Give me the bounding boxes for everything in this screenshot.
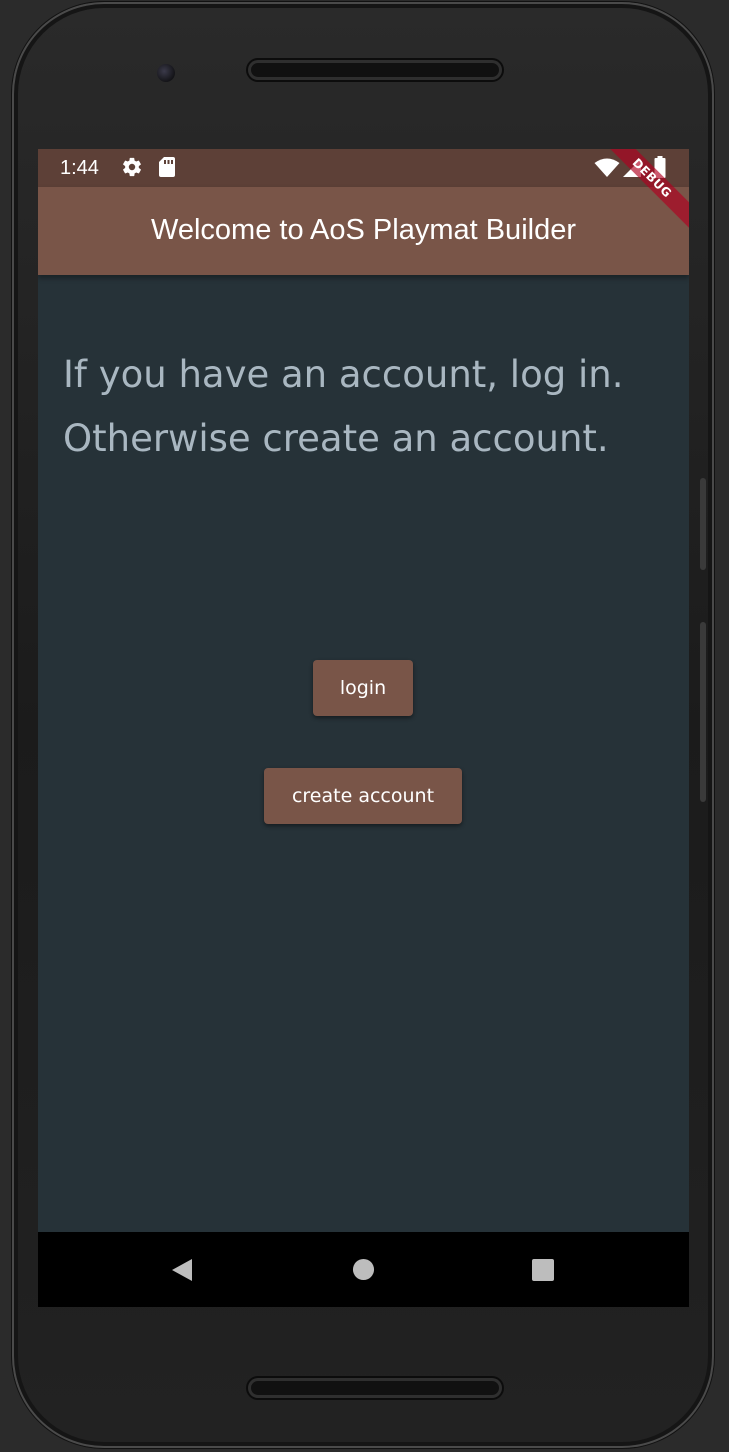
- account-prompt-text: If you have an account, log in. Otherwis…: [63, 353, 624, 460]
- page-title: Welcome to AoS Playmat Builder: [151, 214, 576, 246]
- top-speaker: [248, 60, 502, 80]
- bottom-speaker: [248, 1378, 502, 1398]
- back-triangle-icon[interactable]: [170, 1258, 194, 1286]
- android-nav-bar: [38, 1232, 689, 1307]
- app-bar: Welcome to AoS Playmat Builder: [38, 187, 689, 275]
- device-screen: 1:44 Welcome to AoS Playmat Builder DEBU…: [38, 149, 689, 1307]
- sd-card-icon: [158, 156, 176, 182]
- recents-square-icon[interactable]: [531, 1258, 555, 1286]
- create-account-button[interactable]: create account: [264, 768, 462, 824]
- power-button: [700, 622, 706, 802]
- status-bar: 1:44: [38, 149, 689, 187]
- main-content: If you have an account, log in. Otherwis…: [38, 275, 689, 1232]
- gear-icon: [121, 156, 143, 182]
- volume-button: [700, 478, 706, 570]
- wifi-icon: [594, 158, 620, 182]
- login-button[interactable]: login: [313, 660, 413, 716]
- home-circle-icon[interactable]: [352, 1258, 375, 1285]
- front-camera: [157, 64, 175, 82]
- status-time: 1:44: [60, 157, 99, 179]
